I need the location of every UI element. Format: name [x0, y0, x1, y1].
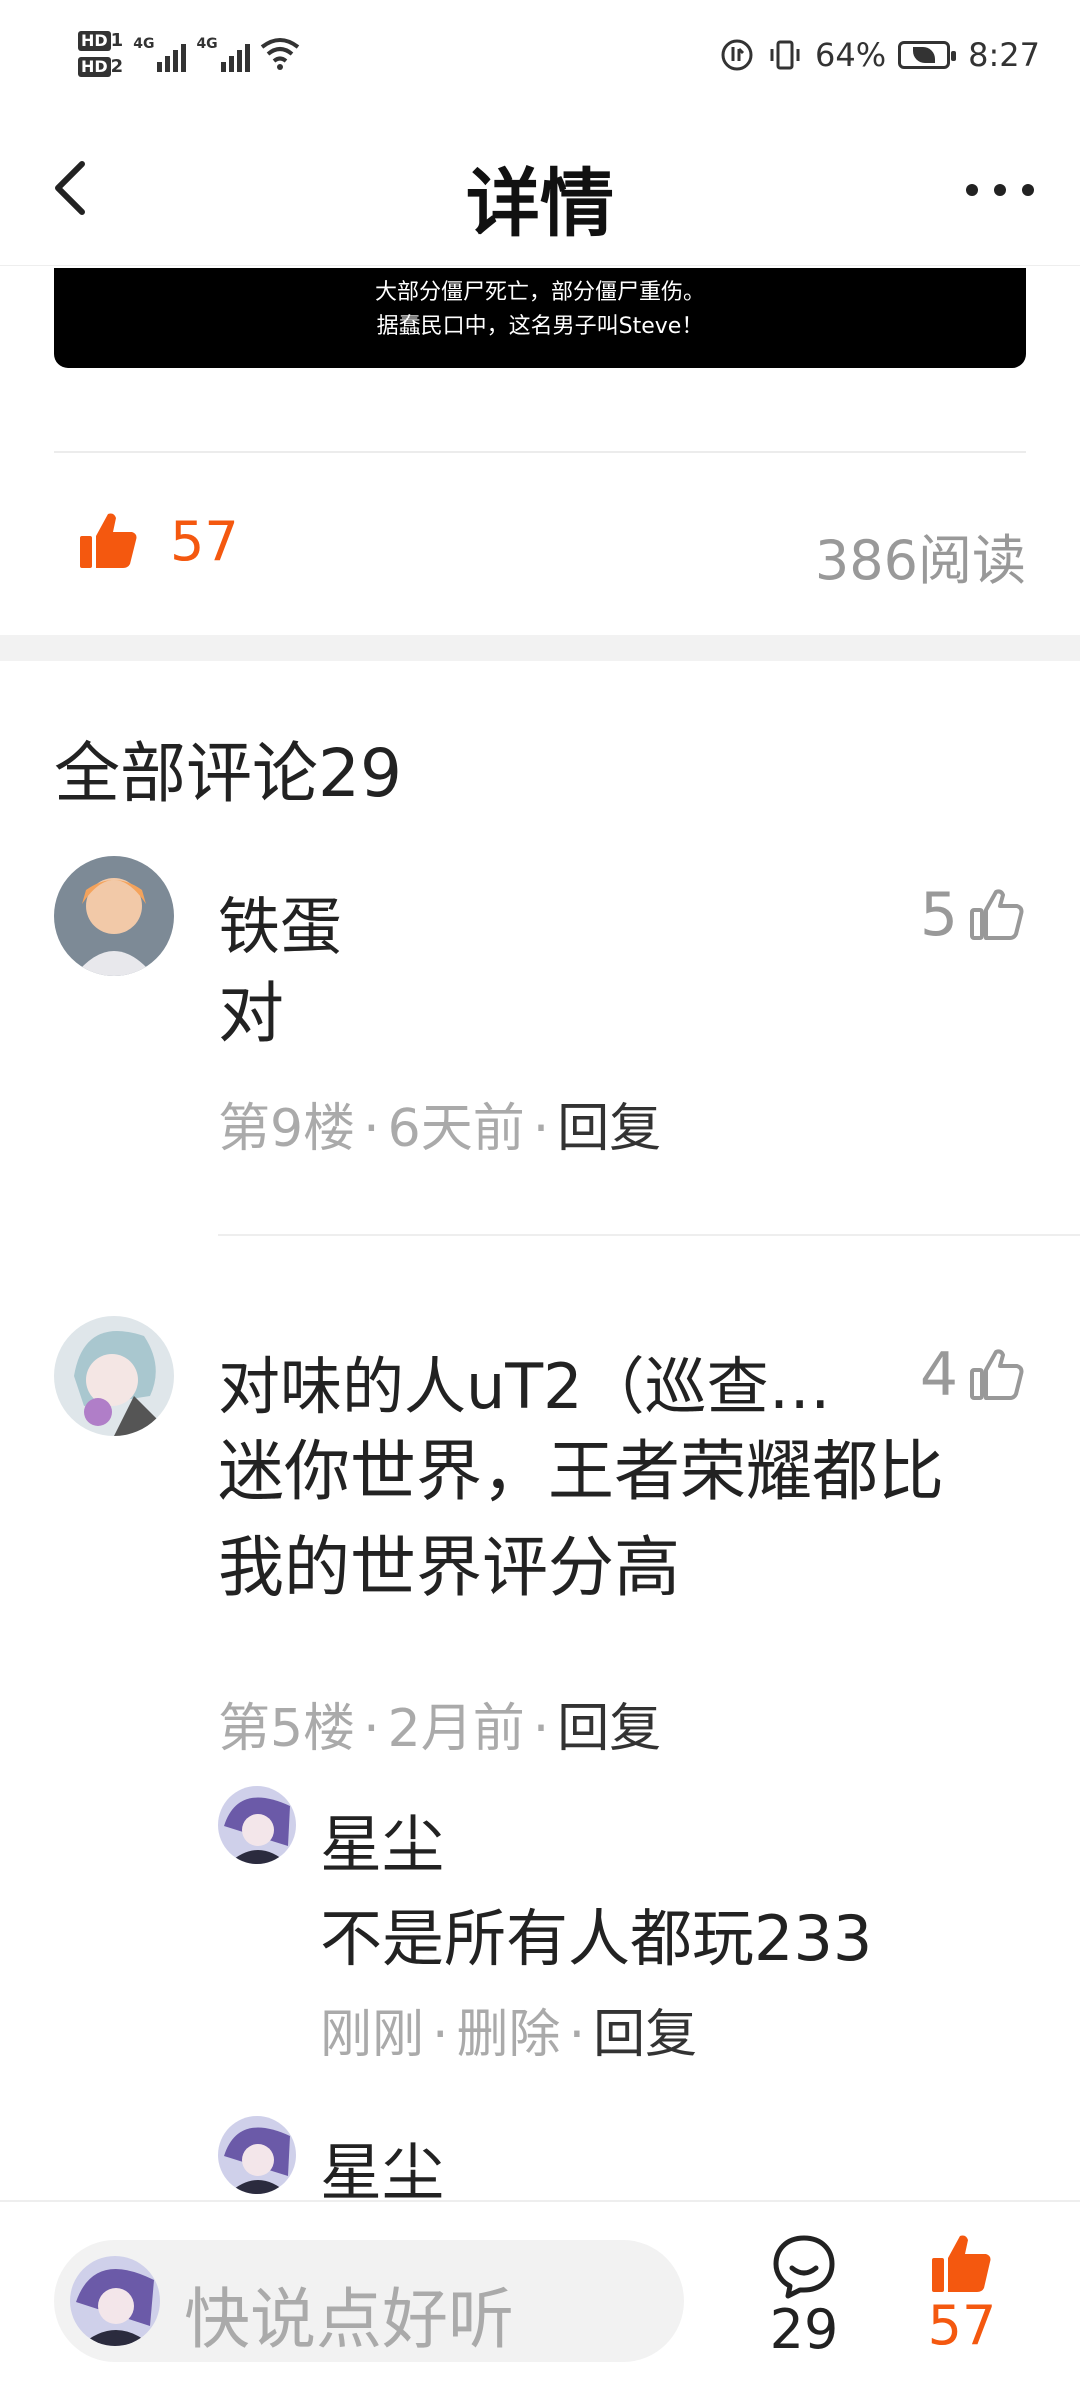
status-bar: HD 1 HD 2 4G 4G 64% 8:27 — [0, 0, 1080, 110]
video-subtitle-line: 大部分僵尸死亡，部分僵尸重伤。 — [374, 280, 705, 305]
comment-meta: 第9楼 · 6天前 · 回复 — [218, 1099, 662, 1159]
reply-avatar[interactable] — [218, 2116, 296, 2194]
reply-button[interactable]: 回复 — [593, 2005, 697, 2065]
data-saver-icon — [721, 39, 753, 71]
post-stats: 57 386阅读 — [0, 490, 1080, 600]
comment-author[interactable]: 对味的人uT2（巡查… — [218, 1336, 831, 1426]
more-options-icon[interactable] — [960, 170, 1040, 210]
thumbs-up-outline-icon — [970, 889, 1024, 940]
reply-button[interactable]: 回复 — [557, 1099, 661, 1159]
comment-count: 29 — [769, 2298, 839, 2361]
comment-like-count: 4 — [919, 1340, 958, 1410]
clock: 8:27 — [968, 36, 1040, 74]
user-avatar — [70, 2256, 160, 2346]
hd2-indicator: HD 2 — [78, 56, 123, 78]
comment-time: 6天前 — [387, 1099, 525, 1159]
hd-indicators: HD 1 HD 2 — [78, 30, 123, 78]
reply-button[interactable]: 回复 — [557, 1699, 661, 1759]
reply-time: 刚刚 — [320, 2005, 425, 2065]
status-left: HD 1 HD 2 4G 4G — [78, 26, 300, 82]
reply-avatar[interactable] — [218, 1786, 296, 1864]
comment-floor: 第5楼 — [218, 1699, 356, 1759]
like-button[interactable]: 57 — [922, 2232, 1002, 2357]
battery-percent: 64% — [815, 36, 887, 74]
section-separator — [0, 635, 1080, 661]
comment-item: 铁蛋 5 对 第9楼 · 6天前 · 回复 — [0, 856, 1080, 1236]
nav-bar: 详情 — [0, 110, 1080, 266]
video-player[interactable]: 大部分僵尸死亡，部分僵尸重伤。 据蠢民口中，这名男子叫Steve！ — [54, 268, 1026, 368]
comment-bubble-icon — [773, 2235, 835, 2299]
vibrate-icon — [770, 40, 800, 70]
thumbs-up-outline-icon — [970, 1349, 1024, 1400]
comment-input-placeholder: 快说点好听 — [184, 2281, 514, 2358]
battery-icon — [898, 41, 957, 69]
signal-icon: 4G — [133, 36, 187, 72]
comment-text: 对 — [218, 975, 284, 1052]
comment-text: 迷你世界，王者荣耀都比我的世界评分高 — [218, 1433, 944, 1606]
video-subtitle-line: 据蠢民口中，这名男子叫Steve！ — [376, 314, 704, 339]
status-right: 64% 8:27 — [719, 30, 1040, 80]
avatar[interactable] — [54, 1316, 174, 1436]
comment-divider — [218, 1234, 1080, 1236]
hd1-indicator: HD 1 — [78, 30, 123, 52]
thumbs-up-filled-icon — [932, 2235, 991, 2292]
like-count: 57 — [927, 2294, 997, 2357]
signal-icon-2: 4G — [196, 36, 250, 72]
read-count: 386阅读 — [814, 529, 1026, 592]
comment-time: 2月前 — [387, 1699, 525, 1759]
thumbs-up-filled-icon[interactable] — [78, 510, 140, 572]
reply-text: 不是所有人都玩233 — [320, 1902, 873, 1975]
comment-like-count: 5 — [919, 880, 958, 950]
comment-like-button[interactable]: 4 — [920, 1340, 1026, 1410]
comment-meta: 第5楼 · 2月前 · 回复 — [218, 1699, 662, 1759]
reply-meta: 刚刚 · 删除 · 回复 — [320, 2005, 698, 2065]
page-title: 详情 — [466, 161, 614, 247]
comment-item: 对味的人uT2（巡查… 4 迷你世界，王者荣耀都比我的世界评分高 第5楼 · 2月前… — [0, 1316, 1080, 2209]
comment-floor: 第9楼 — [218, 1099, 356, 1159]
delete-button[interactable]: 删除 — [457, 2005, 561, 2065]
comment-author[interactable]: 铁蛋 — [218, 876, 342, 966]
reply-author[interactable]: 星尘 — [320, 2122, 444, 2212]
wifi-icon — [260, 38, 299, 70]
bottom-bar: 快说点好听 29 57 — [0, 2200, 1080, 2400]
comment-like-button[interactable]: 5 — [920, 880, 1026, 950]
comments-section-title: 全部评论29 — [54, 735, 402, 812]
divider — [54, 451, 1026, 453]
post-like-count: 57 — [170, 510, 239, 573]
comment-count-button[interactable]: 29 — [764, 2232, 844, 2361]
comment-input[interactable]: 快说点好听 — [54, 2240, 684, 2362]
reply-author[interactable]: 星尘 — [320, 1794, 444, 1884]
avatar[interactable] — [54, 856, 174, 976]
